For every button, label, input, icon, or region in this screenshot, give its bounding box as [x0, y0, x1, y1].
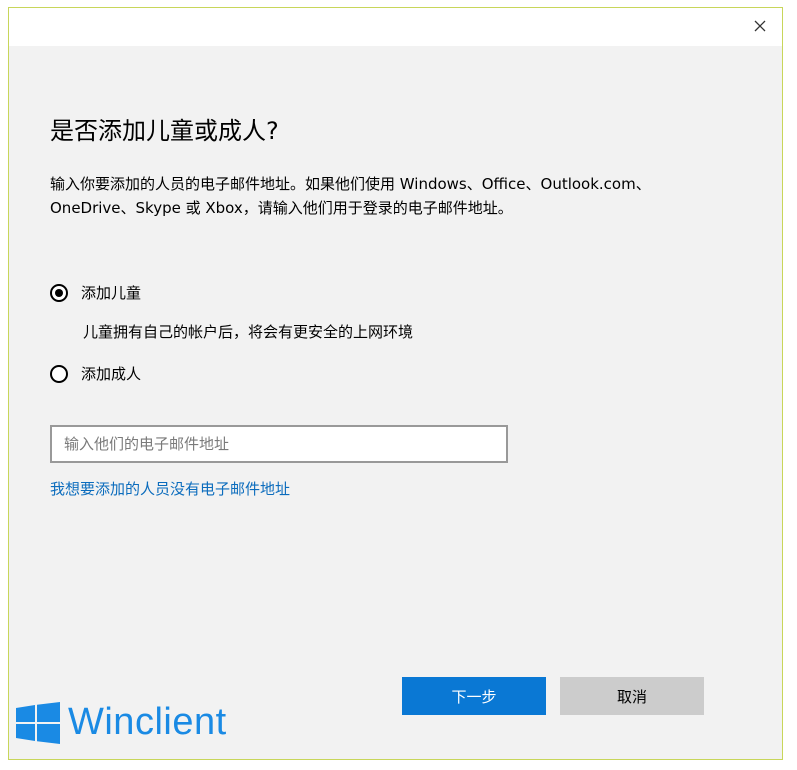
watermark-text: Winclient	[68, 701, 227, 743]
radio-selected-dot	[55, 288, 63, 297]
title-bar	[9, 8, 782, 46]
child-note: 儿童拥有自己的帐户后，将会有更安全的上网环境	[83, 323, 414, 341]
dialog-description: 输入你要添加的人员的电子邮件地址。如果他们使用 Windows、Office、O…	[50, 175, 651, 217]
no-email-link[interactable]: 我想要添加的人员没有电子邮件地址	[50, 478, 290, 499]
cancel-button[interactable]: 取消	[560, 677, 704, 715]
radio-label-adult: 添加成人	[81, 365, 142, 383]
next-button[interactable]: 下一步	[402, 677, 546, 715]
radio-label-child: 添加儿童	[81, 284, 142, 302]
radio-add-adult[interactable]: 添加成人	[50, 363, 141, 384]
windows-logo-icon	[16, 701, 60, 744]
dialog-window: 是否添加儿童或成人? 输入你要添加的人员的电子邮件地址。如果他们使用 Windo…	[8, 7, 783, 760]
radio-add-child[interactable]: 添加儿童	[50, 282, 141, 303]
radio-button-adult[interactable]	[50, 364, 68, 383]
watermark: Winclient	[16, 701, 227, 744]
dialog-title: 是否添加儿童或成人?	[50, 117, 279, 145]
email-input[interactable]	[50, 425, 508, 463]
close-button[interactable]	[744, 12, 776, 40]
close-icon	[754, 20, 766, 32]
radio-button-child[interactable]	[50, 283, 68, 302]
